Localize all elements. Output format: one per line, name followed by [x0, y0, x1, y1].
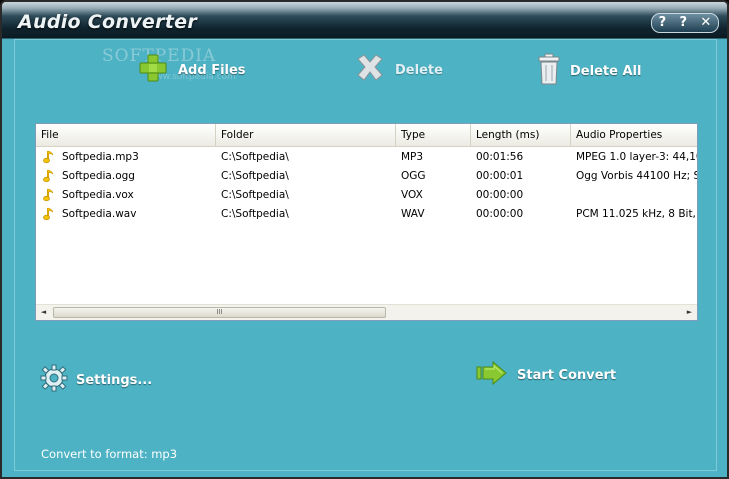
status-text: Convert to format: mp3	[41, 447, 178, 461]
music-note-icon	[43, 207, 55, 224]
add-files-label: Add Files	[178, 62, 246, 78]
cell-audio-properties: MPEG 1.0 layer-3: 44,100	[576, 151, 698, 163]
title-bar[interactable]: Audio Converter ? ? ✕	[2, 2, 727, 38]
gear-icon	[40, 364, 68, 396]
scroll-right-button[interactable]: ►	[682, 305, 697, 320]
settings-button[interactable]: Settings...	[40, 364, 152, 396]
list-header: File Folder Type Length (ms) Audio Prope…	[36, 124, 697, 147]
cell-folder: C:\Softpedia\	[221, 189, 289, 201]
delete-all-label: Delete All	[570, 63, 642, 79]
minimize-button[interactable]: ?	[659, 14, 667, 32]
scroll-left-button[interactable]: ◄	[36, 305, 51, 320]
cell-audio-properties	[571, 186, 697, 205]
table-row[interactable]: Softpedia.mp3 C:\Softpedia\ MP3 00:01:56…	[36, 148, 697, 167]
help-button[interactable]: ?	[680, 14, 688, 32]
column-header-file[interactable]: File	[36, 124, 216, 146]
cell-length: 00:01:56	[476, 151, 524, 163]
delete-x-icon	[354, 53, 386, 87]
music-note-icon	[43, 150, 55, 167]
cell-file: Softpedia.vox	[62, 189, 134, 201]
window-title: Audio Converter	[18, 11, 198, 33]
column-header-audio-properties[interactable]: Audio Properties	[571, 124, 697, 146]
settings-label: Settings...	[76, 372, 153, 388]
start-convert-label: Start Convert	[517, 367, 617, 383]
trash-icon	[537, 53, 561, 89]
scrollbar-grip: III	[216, 308, 223, 316]
cell-folder: C:\Softpedia\	[221, 170, 289, 182]
cell-length: 00:00:00	[476, 189, 524, 201]
cell-type: MP3	[401, 151, 424, 163]
add-files-button[interactable]: Add Files	[137, 53, 246, 87]
arrow-right-icon	[476, 360, 508, 390]
cell-audio-properties: PCM 11.025 kHz, 8 Bit, M	[576, 208, 698, 220]
window-controls: ? ? ✕	[651, 13, 719, 33]
file-list[interactable]: File Folder Type Length (ms) Audio Prope…	[35, 123, 698, 321]
cell-file: Softpedia.wav	[62, 208, 137, 220]
delete-all-button[interactable]: Delete All	[537, 53, 641, 89]
column-header-length[interactable]: Length (ms)	[471, 124, 571, 146]
cell-length: 00:00:00	[476, 208, 524, 220]
app-window: Audio Converter ? ? ✕ SOFTPEDIA www.soft…	[0, 0, 729, 479]
delete-label: Delete	[395, 62, 443, 78]
scrollbar-thumb[interactable]: III	[53, 307, 386, 318]
cell-file: Softpedia.mp3	[62, 151, 139, 163]
table-row[interactable]: Softpedia.vox C:\Softpedia\ VOX 00:00:00	[36, 186, 697, 205]
table-row[interactable]: Softpedia.ogg C:\Softpedia\ OGG 00:00:01…	[36, 167, 697, 186]
music-note-icon	[43, 188, 55, 205]
cell-type: WAV	[401, 208, 425, 220]
cell-type: VOX	[401, 189, 423, 201]
table-row[interactable]: Softpedia.wav C:\Softpedia\ WAV 00:00:00…	[36, 205, 697, 224]
cell-type: OGG	[401, 170, 426, 182]
column-header-type[interactable]: Type	[396, 124, 471, 146]
column-header-folder[interactable]: Folder	[216, 124, 396, 146]
plus-icon	[137, 53, 169, 87]
cell-file: Softpedia.ogg	[62, 170, 135, 182]
cell-audio-properties: Ogg Vorbis 44100 Hz; Ste	[576, 170, 698, 182]
horizontal-scrollbar[interactable]: ◄ III ►	[36, 304, 697, 320]
start-convert-button[interactable]: Start Convert	[476, 360, 616, 390]
music-note-icon	[43, 169, 55, 186]
close-button[interactable]: ✕	[700, 14, 711, 32]
delete-button[interactable]: Delete	[354, 53, 443, 87]
cell-length: 00:00:01	[476, 170, 524, 182]
cell-folder: C:\Softpedia\	[221, 151, 289, 163]
cell-folder: C:\Softpedia\	[221, 208, 289, 220]
